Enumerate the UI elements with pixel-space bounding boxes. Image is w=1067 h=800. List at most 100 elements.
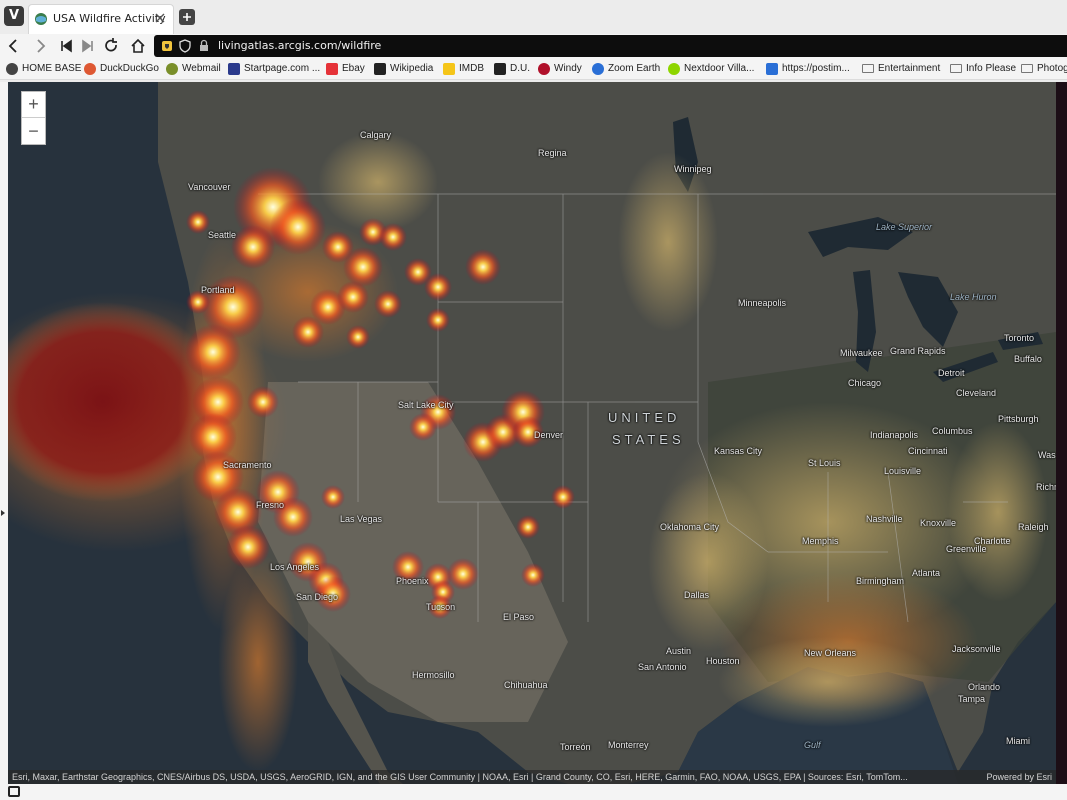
imdb-icon <box>443 63 455 75</box>
bookmark-webmail[interactable]: Webmail <box>166 61 221 77</box>
bookmark-windy[interactable]: Windy <box>538 61 582 77</box>
fire-hotspot <box>379 223 407 251</box>
home-base-icon <box>6 63 18 75</box>
du-icon <box>494 63 506 75</box>
nextdoor-icon <box>668 63 680 75</box>
bookmark-wikipedia[interactable]: Wikipedia <box>374 61 433 77</box>
arcgis-globe-icon <box>35 13 47 25</box>
lock-icon[interactable] <box>197 39 211 53</box>
bookmark-zoom-earth[interactable]: Zoom Earth <box>592 61 660 77</box>
city-label-sacramento: Sacramento <box>223 460 272 470</box>
bookmark-folder-info-please[interactable]: Info Please <box>950 61 1016 77</box>
city-label-nashville: Nashville <box>866 514 903 524</box>
city-label-san-diego: San Diego <box>296 592 339 602</box>
city-label-toronto: Toronto <box>1004 333 1035 343</box>
city-label-pittsburgh: Pittsburgh <box>998 414 1039 424</box>
city-label-columbus: Columbus <box>932 426 973 436</box>
city-label-los-angeles: Los Angeles <box>270 562 320 572</box>
city-label-raleigh: Raleigh <box>1018 522 1049 532</box>
postimages-icon <box>766 63 778 75</box>
bookmark-duckduckgo[interactable]: DuckDuckGo <box>84 61 159 77</box>
shield-badge-icon[interactable] <box>160 39 174 53</box>
new-tab-button[interactable] <box>179 9 195 25</box>
fire-hotspot <box>521 563 545 587</box>
bookmark-du[interactable]: D.U. <box>494 61 530 77</box>
city-label-vancouver: Vancouver <box>188 182 231 192</box>
powered-by-esri[interactable]: Powered by Esri <box>986 770 1052 784</box>
wildfire-map[interactable]: Vancouver Seattle Portland Calgary Regin… <box>8 82 1056 784</box>
fire-hotspot <box>321 485 345 509</box>
back-icon[interactable] <box>4 36 24 56</box>
city-label-miami: Miami <box>1006 736 1030 746</box>
bookmarks-bar: HOME BASE DuckDuckGo Webmail Startpage.c… <box>0 58 1067 80</box>
city-label-richmond: Richm <box>1036 482 1056 492</box>
fire-hotspot <box>409 413 437 441</box>
city-label-indianapolis: Indianapolis <box>870 430 919 440</box>
city-label-las-vegas: Las Vegas <box>340 514 383 524</box>
panel-toggle-icon[interactable] <box>8 786 20 797</box>
duckduckgo-icon <box>84 63 96 75</box>
bookmark-startpage[interactable]: Startpage.com ... <box>228 61 320 77</box>
rewind-icon[interactable] <box>56 36 76 56</box>
wikipedia-icon <box>374 63 386 75</box>
city-label-cleveland: Cleveland <box>956 388 997 398</box>
expand-panel-icon[interactable] <box>1 510 5 516</box>
city-label-washington: Was <box>1038 450 1056 460</box>
url-text: livingatlas.arcgis.com/wildfire <box>218 39 382 52</box>
smoke-prairie <box>618 152 718 332</box>
fire-hotspot <box>270 199 326 255</box>
plus-icon <box>183 13 191 21</box>
city-label-chicago: Chicago <box>848 378 882 388</box>
bookmark-nextdoor[interactable]: Nextdoor Villa... <box>668 61 754 77</box>
ebay-icon <box>326 63 338 75</box>
home-icon[interactable] <box>128 36 148 56</box>
smoke-plains <box>648 472 768 652</box>
city-label-denver: Denver <box>534 430 564 440</box>
bookmark-folder-photog[interactable]: Photog <box>1021 61 1067 77</box>
map-attribution: Esri, Maxar, Earthstar Geographics, CNES… <box>8 770 1056 784</box>
smoke-south-coast <box>218 552 298 772</box>
tab-usa-wildfire-activity[interactable]: USA Wildfire Activity <box>28 4 174 34</box>
tab-strip: V USA Wildfire Activity <box>0 0 1067 34</box>
city-label-birmingham: Birmingham <box>856 576 905 586</box>
fire-hotspot <box>551 485 575 509</box>
vivaldi-menu-icon[interactable]: V <box>4 6 24 26</box>
city-label-minneapolis: Minneapolis <box>738 298 787 308</box>
zoom-in-button[interactable]: + <box>22 92 45 118</box>
reload-icon[interactable] <box>101 36 121 56</box>
address-bar[interactable]: livingatlas.arcgis.com/wildfire <box>154 35 1067 57</box>
country-label-states: STATES <box>612 432 685 447</box>
fire-hotspot <box>185 324 241 380</box>
webmail-icon <box>166 63 178 75</box>
city-label-austin: Austin <box>666 646 692 656</box>
fire-hotspot <box>226 525 270 569</box>
city-label-monterrey: Monterrey <box>608 740 649 750</box>
zoom-out-button[interactable]: − <box>22 119 45 145</box>
privacy-shield-icon[interactable] <box>178 39 192 53</box>
city-label-new-orleans: New Orleans <box>804 648 857 658</box>
fast-forward-icon[interactable] <box>78 36 98 56</box>
bookmark-postimages[interactable]: https://postim... <box>766 61 850 77</box>
fire-hotspot <box>231 225 275 269</box>
bookmark-imdb[interactable]: IMDB <box>443 61 484 77</box>
city-label-san-antonio: San Antonio <box>638 662 687 672</box>
city-label-portland: Portland <box>201 285 235 295</box>
close-icon[interactable] <box>153 11 167 25</box>
bookmark-ebay[interactable]: Ebay <box>326 61 365 77</box>
fire-hotspot <box>424 273 452 301</box>
city-label-milwaukee: Milwaukee <box>840 348 883 358</box>
bookmark-folder-entertainment[interactable]: Entertainment <box>862 61 940 77</box>
city-label-hermosillo: Hermosillo <box>412 670 455 680</box>
zoom-earth-icon <box>592 63 604 75</box>
lake-superior-label: Lake Superior <box>876 222 933 232</box>
city-label-kansas-city: Kansas City <box>714 446 763 456</box>
gulf-label: Gulf <box>804 740 821 750</box>
city-label-torreon: Torreón <box>560 742 591 752</box>
city-label-memphis: Memphis <box>802 536 839 546</box>
city-label-tampa: Tampa <box>958 694 986 704</box>
forward-icon[interactable] <box>30 36 50 56</box>
city-label-calgary: Calgary <box>360 130 392 140</box>
country-label-united: UNITED <box>608 410 681 425</box>
fire-hotspot <box>247 386 279 418</box>
bookmark-home-base[interactable]: HOME BASE <box>6 61 81 77</box>
